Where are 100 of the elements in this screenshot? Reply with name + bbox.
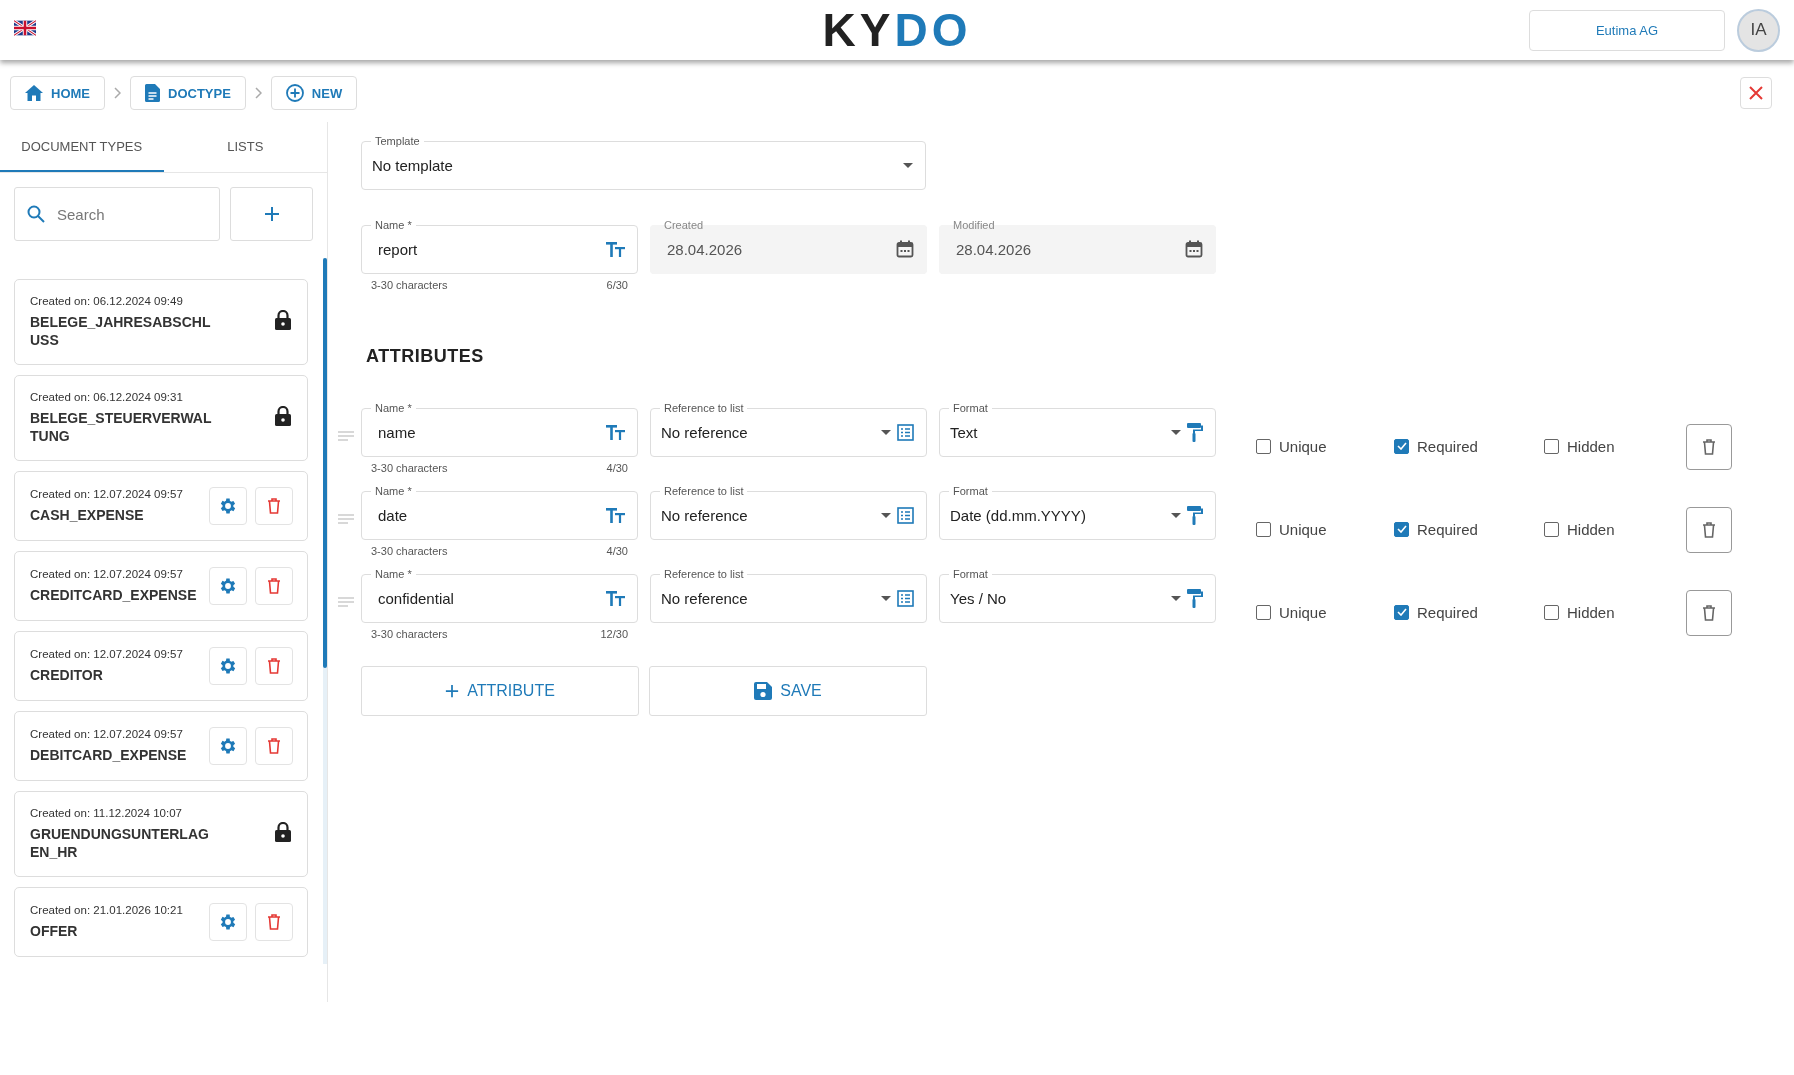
checkbox-option[interactable]: Required (1394, 603, 1544, 621)
checkbox-option[interactable]: Unique (1256, 437, 1394, 455)
document-type-card[interactable]: Created on: 12.07.2024 09:57 CREDITCARD_EXPENSE (14, 551, 308, 621)
caret-icon[interactable] (1171, 595, 1181, 601)
checkbox[interactable] (1544, 521, 1559, 537)
created-date: Created on: 12.07.2024 09:57 (30, 488, 184, 500)
field-label: Format (952, 569, 989, 580)
close-icon[interactable] (1749, 86, 1763, 100)
field-value: No reference (661, 589, 749, 607)
trash-icon (1702, 438, 1716, 456)
delete-attribute-button[interactable] (1686, 424, 1732, 470)
settings-button[interactable] (209, 487, 247, 525)
caret-icon[interactable] (881, 512, 891, 518)
caret-icon[interactable] (1171, 512, 1181, 518)
drag-handle-icon[interactable] (338, 514, 354, 524)
chevron-icon (254, 87, 262, 99)
field-label: Reference to list (663, 486, 745, 497)
checkbox-option[interactable]: Hidden (1544, 520, 1686, 538)
document-type-card[interactable]: Created on: 12.07.2024 09:57 DEBITCARD_EXPENSE (14, 711, 308, 781)
action-button[interactable]: ATTRIBUTE (361, 666, 639, 716)
checkbox[interactable] (1394, 604, 1409, 620)
attribute-name-field[interactable]: Name * date (361, 486, 638, 540)
document-type-card[interactable]: Created on: 12.07.2024 09:57 CREDITOR (14, 631, 308, 701)
delete-button[interactable] (255, 647, 293, 685)
caret-icon[interactable] (1171, 429, 1181, 435)
delete-button[interactable] (255, 903, 293, 941)
document-type-name: CASH_EXPENSE (30, 506, 145, 524)
checkbox-option[interactable]: Required (1394, 437, 1544, 455)
scrollbar-thumb[interactable] (323, 258, 327, 668)
document-type-card[interactable]: Created on: 21.01.2026 10:21 OFFER (14, 887, 308, 957)
breadcrumb-link[interactable]: HOME (10, 76, 105, 110)
list-icon[interactable] (897, 506, 914, 524)
settings-button[interactable] (209, 727, 247, 765)
drag-handle-icon[interactable] (338, 431, 354, 441)
trash-icon (267, 657, 281, 675)
format-dropdown[interactable]: Format Text (939, 403, 1216, 457)
plus-circle-icon (285, 84, 304, 102)
document-type-name: OFFER (30, 922, 79, 940)
delete-button[interactable] (255, 567, 293, 605)
caret-icon[interactable] (881, 595, 891, 601)
checkbox[interactable] (1394, 521, 1409, 537)
checkbox[interactable] (1544, 604, 1559, 620)
settings-button[interactable] (209, 647, 247, 685)
caret-icon[interactable] (881, 429, 891, 435)
created-date: Created on: 12.07.2024 09:57 (30, 648, 184, 660)
paint-roller-icon[interactable] (1187, 422, 1203, 442)
checkbox-option[interactable]: Unique (1256, 603, 1394, 621)
gear-icon (218, 576, 238, 596)
company-button[interactable]: Eutima AG (1529, 9, 1725, 51)
sidebar-tab[interactable]: LISTS (163, 122, 327, 172)
checkbox[interactable] (1394, 438, 1409, 454)
chevron-icon (114, 87, 121, 99)
breadcrumb-link[interactable]: NEW (270, 76, 358, 110)
list-icon[interactable] (897, 589, 914, 607)
search-field[interactable]: Search (14, 187, 220, 241)
checkbox[interactable] (1256, 521, 1271, 537)
document-type-card[interactable]: Created on: 11.12.2024 10:07 GRUENDUNGSUNTERLAGEN_HR (14, 791, 308, 877)
document-type-card[interactable]: Created on: 12.07.2024 09:57 CASH_EXPENSE (14, 471, 308, 541)
attribute-name-field[interactable]: Name * name (361, 403, 638, 457)
checkbox-option[interactable]: Unique (1256, 520, 1394, 538)
checkbox-option[interactable]: Hidden (1544, 437, 1686, 455)
action-button[interactable]: SAVE (649, 666, 927, 716)
field-value: name (377, 423, 417, 441)
sidebar-tab[interactable]: DOCUMENT TYPES (0, 122, 164, 172)
checkbox-option[interactable]: Required (1394, 520, 1544, 538)
checkbox-option[interactable]: Hidden (1544, 603, 1686, 621)
breadcrumb-link[interactable]: DOCTYPE (130, 76, 246, 110)
name-field[interactable]: Name * report (361, 220, 638, 274)
format-dropdown[interactable]: Format Date (dd.mm.YYYY) (939, 486, 1216, 540)
field-value: No template (372, 156, 454, 174)
save-icon (754, 682, 773, 700)
avatar[interactable]: IA (1737, 8, 1780, 52)
delete-button[interactable] (255, 487, 293, 525)
reference-dropdown[interactable]: Reference to list No reference (650, 403, 927, 457)
reference-dropdown[interactable]: Reference to list No reference (650, 486, 927, 540)
field-value: confidential (377, 589, 455, 607)
drag-handle-icon[interactable] (338, 597, 354, 607)
gear-icon (218, 736, 238, 756)
settings-button[interactable] (209, 567, 247, 605)
paint-roller-icon[interactable] (1187, 505, 1203, 525)
paint-roller-icon[interactable] (1187, 588, 1203, 608)
delete-button[interactable] (255, 727, 293, 765)
search-icon (27, 205, 45, 223)
settings-button[interactable] (209, 903, 247, 941)
checkbox[interactable] (1256, 604, 1271, 620)
format-dropdown[interactable]: Format Yes / No (939, 569, 1216, 623)
attribute-name-field[interactable]: Name * confidential (361, 569, 638, 623)
list-icon[interactable] (897, 423, 914, 441)
checkbox[interactable] (1544, 438, 1559, 454)
reference-dropdown[interactable]: Reference to list No reference (650, 569, 927, 623)
flag-icon[interactable] (14, 20, 36, 36)
caret-icon[interactable] (903, 162, 913, 168)
checkbox[interactable] (1256, 438, 1271, 454)
template-dropdown[interactable]: Template No template (361, 136, 926, 190)
field-value: report (377, 240, 419, 258)
delete-attribute-button[interactable] (1686, 507, 1732, 553)
close-button[interactable] (1740, 77, 1772, 109)
document-type-card[interactable]: Created on: 06.12.2024 09:31 BELEGE_STEUERVERWALTUNG (14, 375, 308, 461)
delete-attribute-button[interactable] (1686, 590, 1732, 636)
document-type-card[interactable]: Created on: 06.12.2024 09:49 BELEGE_JAHRESABSCHLUSS (14, 279, 308, 365)
